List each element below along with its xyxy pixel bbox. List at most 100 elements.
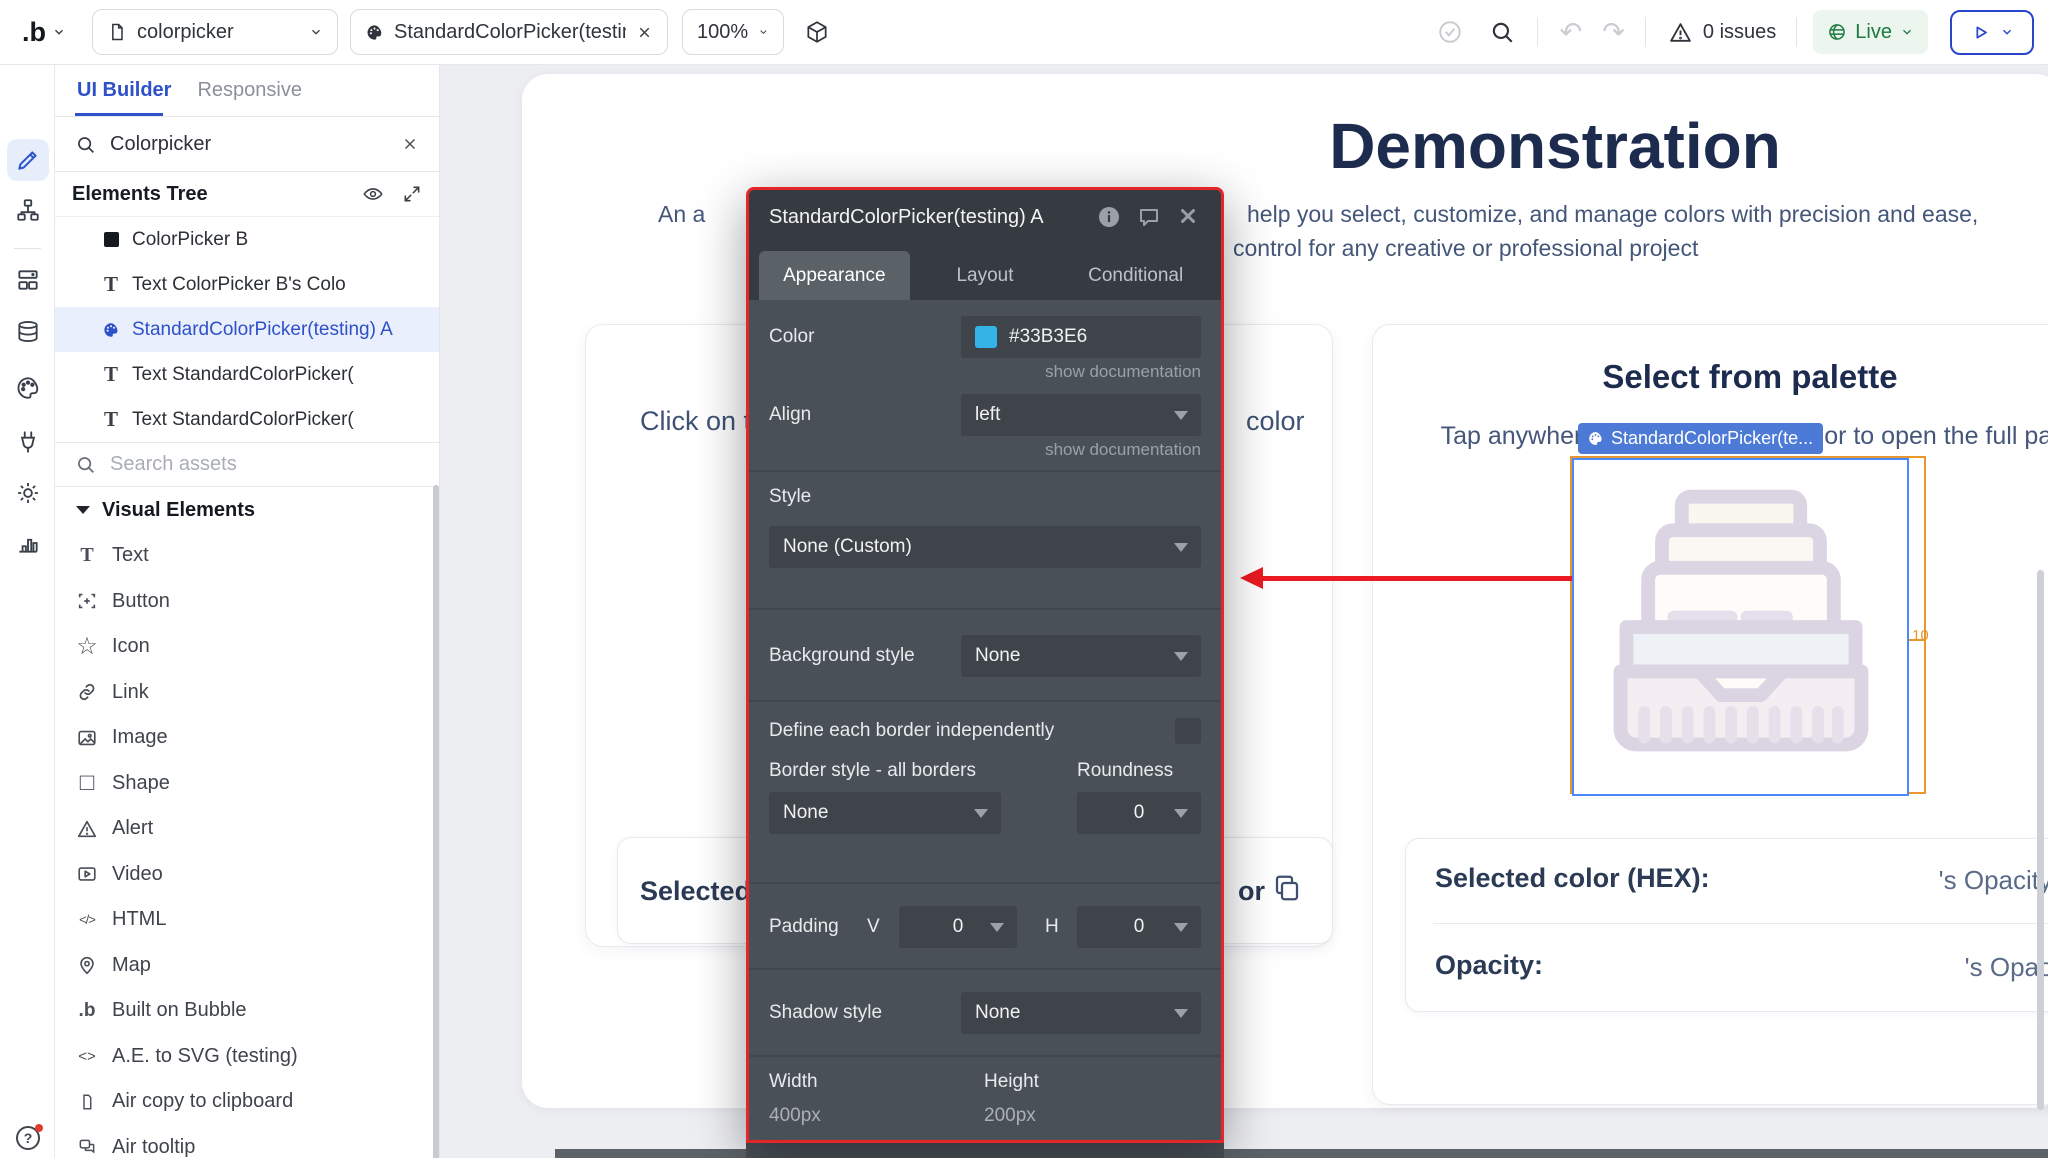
palette-item-video[interactable]: Video bbox=[55, 852, 439, 898]
property-editor: StandardColorPicker(testing) A Appearanc… bbox=[746, 187, 1224, 1143]
tab-layout[interactable]: Layout bbox=[910, 251, 1061, 300]
bubble-logo: .b bbox=[22, 17, 46, 48]
code-icon: </> bbox=[75, 908, 99, 932]
eye-icon[interactable] bbox=[362, 183, 384, 205]
canvas-scrollbar[interactable] bbox=[2037, 570, 2044, 1110]
tab-responsive[interactable]: Responsive bbox=[197, 79, 302, 102]
workflow-icon[interactable] bbox=[15, 197, 41, 223]
close-icon[interactable] bbox=[1177, 205, 1201, 229]
palette-item-icon[interactable]: ☆ Icon bbox=[55, 624, 439, 670]
show-documentation-link[interactable]: show documentation bbox=[769, 362, 1201, 384]
selected-element-box[interactable] bbox=[1572, 458, 1909, 796]
close-tab-icon[interactable] bbox=[636, 24, 653, 41]
chevron-down-icon bbox=[990, 923, 1004, 932]
shape-icon: □ bbox=[75, 771, 99, 795]
comment-icon[interactable] bbox=[1137, 205, 1161, 229]
elements-tree-title: Elements Tree bbox=[72, 183, 362, 206]
sidebar-scrollbar[interactable] bbox=[433, 485, 439, 1158]
align-dropdown[interactable]: left bbox=[961, 394, 1201, 436]
roundness-dropdown[interactable]: 0 bbox=[1077, 792, 1201, 834]
search-icon bbox=[75, 454, 96, 475]
palette-item-map[interactable]: Map bbox=[55, 943, 439, 989]
environment-selector[interactable]: Live bbox=[1813, 10, 1928, 54]
selected-element-badge[interactable]: StandardColorPicker(te... bbox=[1578, 423, 1823, 454]
palette-item-text[interactable]: T Text bbox=[55, 533, 439, 579]
padding-v-label: V bbox=[867, 916, 899, 938]
component-library-icon[interactable] bbox=[804, 19, 830, 45]
ui-builder-sidebar: UI Builder Responsive Colorpicker Elemen… bbox=[55, 65, 440, 1158]
show-documentation-link[interactable]: show documentation bbox=[769, 440, 1201, 462]
left-icon-rail: ? bbox=[0, 65, 55, 1158]
tab-conditional[interactable]: Conditional bbox=[1060, 251, 1211, 300]
link-icon bbox=[75, 680, 99, 704]
tree-item-colorpicker-b[interactable]: ColorPicker B bbox=[55, 217, 439, 262]
plugins-icon[interactable] bbox=[15, 429, 41, 455]
settings-gear-icon[interactable] bbox=[15, 480, 41, 506]
undo-icon[interactable]: ↶ bbox=[1560, 19, 1583, 46]
padding-v-dropdown[interactable]: 0 bbox=[899, 906, 1017, 948]
palette-item-html[interactable]: </> HTML bbox=[55, 897, 439, 943]
redo-icon[interactable]: ↷ bbox=[1602, 19, 1625, 46]
tree-item-standardcolorpicker-selected[interactable]: StandardColorPicker(testing) A bbox=[55, 307, 439, 352]
padding-h-dropdown[interactable]: 0 bbox=[1077, 906, 1201, 948]
tree-item-text-standard-1[interactable]: T Text StandardColorPicker( bbox=[55, 352, 439, 397]
components-icon[interactable] bbox=[15, 267, 41, 293]
tab-appearance[interactable]: Appearance bbox=[759, 251, 910, 300]
preview-button[interactable] bbox=[1950, 10, 2034, 55]
chevron-down-icon bbox=[52, 25, 66, 39]
styles-palette-icon[interactable] bbox=[15, 375, 41, 401]
help-icon[interactable]: ? bbox=[15, 1124, 41, 1150]
align-label: Align bbox=[769, 404, 961, 426]
element-search-input[interactable]: Colorpicker bbox=[110, 133, 387, 156]
tab-ui-builder[interactable]: UI Builder bbox=[77, 79, 171, 102]
issues-counter[interactable]: 0 issues bbox=[1703, 21, 1776, 44]
chevron-down-icon bbox=[1174, 809, 1188, 818]
background-style-label: Background style bbox=[769, 645, 961, 667]
element-tab[interactable]: StandardColorPicker(testin... bbox=[350, 9, 668, 55]
shadow-style-dropdown[interactable]: None bbox=[961, 992, 1201, 1034]
palette-item-button[interactable]: Button bbox=[55, 579, 439, 625]
panel-title: StandardColorPicker(testing) A bbox=[769, 206, 1081, 229]
palette-item-alert[interactable]: Alert bbox=[55, 806, 439, 852]
editor-canvas[interactable]: Demonstration An a help you select, cust… bbox=[440, 65, 2048, 1158]
search-icon bbox=[75, 134, 96, 155]
left-card-heading-fragment-right: color bbox=[1246, 406, 1305, 437]
background-style-dropdown[interactable]: None bbox=[961, 635, 1201, 677]
hex-row-label: Selected color (HEX): bbox=[1435, 863, 1710, 894]
search-icon[interactable] bbox=[1489, 19, 1515, 45]
design-pencil-icon[interactable] bbox=[15, 147, 41, 173]
clear-search-icon[interactable] bbox=[401, 135, 419, 153]
element-search[interactable]: Colorpicker bbox=[55, 117, 439, 172]
palette-item-link[interactable]: Link bbox=[55, 670, 439, 716]
tree-item-text-colorpicker[interactable]: T Text ColorPicker B's Colo bbox=[55, 262, 439, 307]
style-value: None (Custom) bbox=[783, 536, 912, 558]
page-selector[interactable]: colorpicker bbox=[92, 9, 338, 55]
expand-icon[interactable] bbox=[402, 184, 422, 204]
color-swatch[interactable] bbox=[975, 326, 997, 348]
database-icon[interactable] bbox=[15, 319, 41, 345]
copy-icon[interactable] bbox=[1272, 873, 1302, 903]
palette-item-ae-to-svg[interactable]: <> A.E. to SVG (testing) bbox=[55, 1034, 439, 1080]
style-label: Style bbox=[769, 486, 1201, 512]
border-independent-checkbox[interactable] bbox=[1175, 718, 1201, 744]
logs-chart-icon[interactable] bbox=[15, 530, 41, 556]
palette-item-air-tooltip[interactable]: Air tooltip bbox=[55, 1125, 439, 1158]
style-dropdown[interactable]: None (Custom) bbox=[769, 526, 1201, 568]
palette-item-shape[interactable]: □ Shape bbox=[55, 761, 439, 807]
assets-search[interactable]: Search assets bbox=[55, 442, 439, 487]
palette-item-air-copy[interactable]: Air copy to clipboard bbox=[55, 1079, 439, 1125]
map-pin-icon bbox=[75, 953, 99, 977]
zoom-selector[interactable]: 100% bbox=[682, 9, 784, 55]
text-icon: T bbox=[102, 276, 120, 294]
property-editor-header[interactable]: StandardColorPicker(testing) A bbox=[749, 190, 1221, 244]
color-input[interactable]: #33B3E6 bbox=[961, 316, 1201, 358]
visual-elements-header[interactable]: Visual Elements bbox=[55, 487, 439, 533]
palette-item-image[interactable]: Image bbox=[55, 715, 439, 761]
palette-item-built-on-bubble[interactable]: .b Built on Bubble bbox=[55, 988, 439, 1034]
info-icon[interactable] bbox=[1097, 205, 1121, 229]
tree-item-text-standard-2[interactable]: T Text StandardColorPicker( bbox=[55, 397, 439, 442]
check-circle-icon bbox=[1437, 19, 1463, 45]
svg-text:?: ? bbox=[24, 1130, 33, 1146]
border-style-dropdown[interactable]: None bbox=[769, 792, 1001, 834]
bubble-logo-menu[interactable]: .b bbox=[22, 17, 66, 48]
